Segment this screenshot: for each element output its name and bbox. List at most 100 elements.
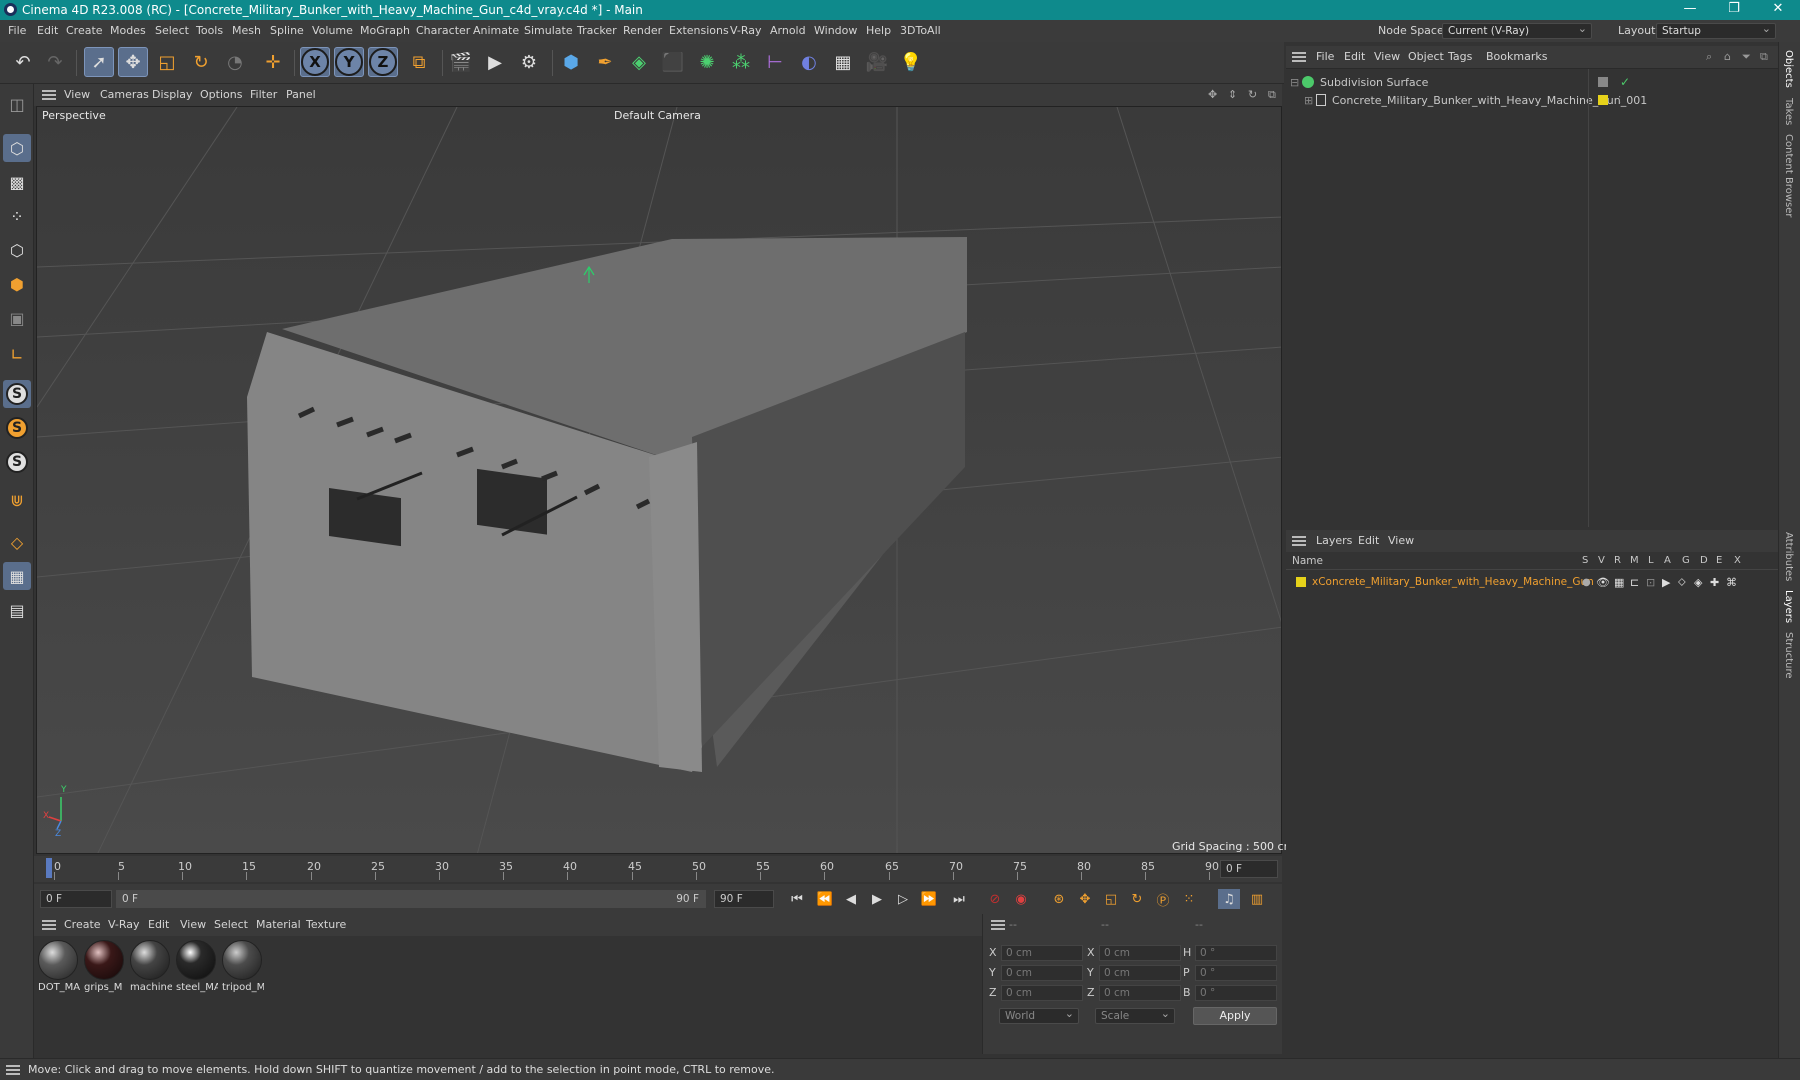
menu-character[interactable]: Character <box>416 24 470 37</box>
expressions-toggle-icon[interactable]: ✚ <box>1710 576 1719 589</box>
layer-menu-edit[interactable]: Edit <box>1358 534 1379 547</box>
subdivision-surface-icon[interactable]: ◈ <box>624 47 654 77</box>
previous-frame-icon[interactable]: ◀ <box>840 889 862 909</box>
locked-workplane-icon[interactable]: ▤ <box>3 596 31 624</box>
layer-menu-icon[interactable] <box>1292 536 1306 546</box>
redo-icon[interactable]: ↷ <box>40 47 70 77</box>
menu-modes[interactable]: Modes <box>110 24 146 37</box>
make-editable-icon[interactable]: ◫ <box>3 90 31 118</box>
camera-icon[interactable]: 🎥 <box>862 47 892 77</box>
material-swatch[interactable]: steel_MA <box>176 940 218 993</box>
x-axis-lock-button[interactable]: X <box>300 47 330 77</box>
world-coordinates-icon[interactable]: ⧉ <box>404 47 434 77</box>
position-key-icon[interactable]: ✥ <box>1074 889 1096 909</box>
menu-mesh[interactable]: Mesh <box>232 24 261 37</box>
play-icon[interactable]: ▶ <box>866 889 888 909</box>
material-swatch[interactable]: grips_M <box>84 940 126 993</box>
material-menu-icon[interactable] <box>42 920 56 930</box>
viewport-menu-display[interactable]: Display <box>152 88 193 101</box>
menu-extensions[interactable]: Extensions <box>669 24 729 37</box>
frame-range-slider[interactable]: 0 F 90 F <box>116 890 706 908</box>
object-new-window-icon[interactable]: ⧉ <box>1760 50 1768 64</box>
layer-row[interactable]: xConcrete_Military_Bunker_with_Heavy_Mac… <box>1296 574 1776 590</box>
size-y-field[interactable]: 0 cm <box>1099 965 1181 981</box>
render-toggle-icon[interactable]: ▦ <box>1614 576 1624 589</box>
minimize-button[interactable]: — <box>1668 0 1712 20</box>
layer-flag-visible[interactable]: V <box>1598 555 1605 566</box>
snap-icon[interactable]: S <box>3 380 31 408</box>
tab-attributes[interactable]: Attributes <box>1783 532 1794 581</box>
layer-menu-layers[interactable]: Layers <box>1316 534 1352 547</box>
light-icon[interactable]: 💡 <box>896 47 926 77</box>
menu-vray[interactable]: V-Ray <box>730 24 762 37</box>
3d-viewport[interactable]: Y X Z <box>36 106 1282 854</box>
expand-icon[interactable]: ⊞ <box>1304 94 1316 107</box>
record-active-objects-icon[interactable]: ⊘ <box>984 889 1006 909</box>
xref-toggle-icon[interactable]: ⌘ <box>1726 576 1737 589</box>
animation-toggle-icon[interactable]: ▶ <box>1662 576 1670 589</box>
active-camera-label[interactable]: Default Camera <box>614 109 701 122</box>
apply-button[interactable]: Apply <box>1193 1007 1277 1025</box>
menu-help[interactable]: Help <box>866 24 891 37</box>
viewport-pan-icon[interactable]: ✥ <box>1208 88 1217 101</box>
workplane-icon[interactable]: ◇ <box>3 528 31 556</box>
object-row-subdivision[interactable]: ⊟ Subdivision Surface ✓ <box>1290 73 1774 91</box>
object-menu-view[interactable]: View <box>1374 50 1400 63</box>
current-frame-field[interactable]: 0 F <box>1220 860 1278 878</box>
material-menu-view[interactable]: View <box>180 918 206 931</box>
menu-window[interactable]: Window <box>814 24 857 37</box>
start-frame-field[interactable]: 0 F <box>40 890 112 908</box>
layer-menu-view[interactable]: View <box>1388 534 1414 547</box>
viewport-zoom-icon[interactable]: ⇕ <box>1228 88 1237 101</box>
object-search-icon[interactable]: ⌕ <box>1706 50 1712 64</box>
menu-file[interactable]: File <box>8 24 26 37</box>
layer-flag-animation[interactable]: A <box>1664 555 1671 566</box>
point-level-key-icon[interactable]: ⁙ <box>1178 889 1200 909</box>
z-axis-lock-button[interactable]: Z <box>368 47 398 77</box>
array-icon[interactable]: ⁂ <box>726 47 756 77</box>
tab-objects[interactable]: Objects <box>1783 50 1794 88</box>
field-icon[interactable]: ◐ <box>794 47 824 77</box>
material-menu-texture[interactable]: Texture <box>306 918 346 931</box>
menu-render[interactable]: Render <box>623 24 662 37</box>
position-x-field[interactable]: 0 cm <box>1001 945 1083 961</box>
size-mode-dropdown[interactable]: Scale <box>1095 1007 1175 1024</box>
deformers-toggle-icon[interactable]: ◈ <box>1694 576 1702 589</box>
menu-edit[interactable]: Edit <box>37 24 58 37</box>
size-z-field[interactable]: 0 cm <box>1099 985 1181 1001</box>
object-row-bunker[interactable]: ⊞ Concrete_Military_Bunker_with_Heavy_Ma… <box>1304 91 1774 109</box>
node-space-dropdown[interactable]: Current (V-Ray) <box>1442 22 1592 39</box>
move-tool-icon[interactable]: ✥ <box>118 47 148 77</box>
symmetry-icon[interactable]: S <box>3 448 31 476</box>
layer-color-swatch[interactable] <box>1598 95 1608 105</box>
object-menu-object[interactable]: Object <box>1408 50 1444 63</box>
axis-mode-icon[interactable]: ∟ <box>3 340 31 368</box>
solo-toggle-icon[interactable]: ● <box>1582 577 1591 588</box>
object-menu-tags[interactable]: Tags <box>1448 50 1472 63</box>
visibility-dots-icon[interactable]: ⁚ <box>1618 95 1621 106</box>
material-menu-create[interactable]: Create <box>64 918 101 931</box>
viewport-menu-view[interactable]: View <box>64 88 90 101</box>
material-menu-select[interactable]: Select <box>214 918 248 931</box>
playhead[interactable] <box>46 858 52 878</box>
menu-simulate[interactable]: Simulate <box>524 24 573 37</box>
rotation-b-field[interactable]: 0 ° <box>1195 985 1277 1001</box>
coordinates-menu-icon[interactable] <box>991 920 1005 930</box>
layer-flag-generators[interactable]: G <box>1682 555 1690 566</box>
layout-dropdown[interactable]: Startup <box>1656 22 1776 39</box>
close-button[interactable]: ✕ <box>1756 0 1800 20</box>
tab-content-browser[interactable]: Content Browser <box>1783 134 1794 217</box>
object-menu-icon[interactable] <box>1292 52 1306 62</box>
rotation-h-field[interactable]: 0 ° <box>1195 945 1277 961</box>
go-to-end-icon[interactable]: ⏭ <box>948 889 970 909</box>
material-menu-vray[interactable]: V-Ray <box>108 918 140 931</box>
menu-mograph[interactable]: MoGraph <box>360 24 410 37</box>
layer-color-swatch[interactable] <box>1598 77 1608 87</box>
object-menu-file[interactable]: File <box>1316 50 1334 63</box>
soft-selection-icon[interactable]: S <box>3 414 31 442</box>
scale-key-icon[interactable]: ◱ <box>1100 889 1122 909</box>
viewport-menu-cameras[interactable]: Cameras <box>100 88 149 101</box>
autokeying-icon[interactable]: ◉ <box>1010 889 1032 909</box>
menu-arnold[interactable]: Arnold <box>770 24 806 37</box>
polygons-mode-icon[interactable]: ⬢ <box>3 270 31 298</box>
